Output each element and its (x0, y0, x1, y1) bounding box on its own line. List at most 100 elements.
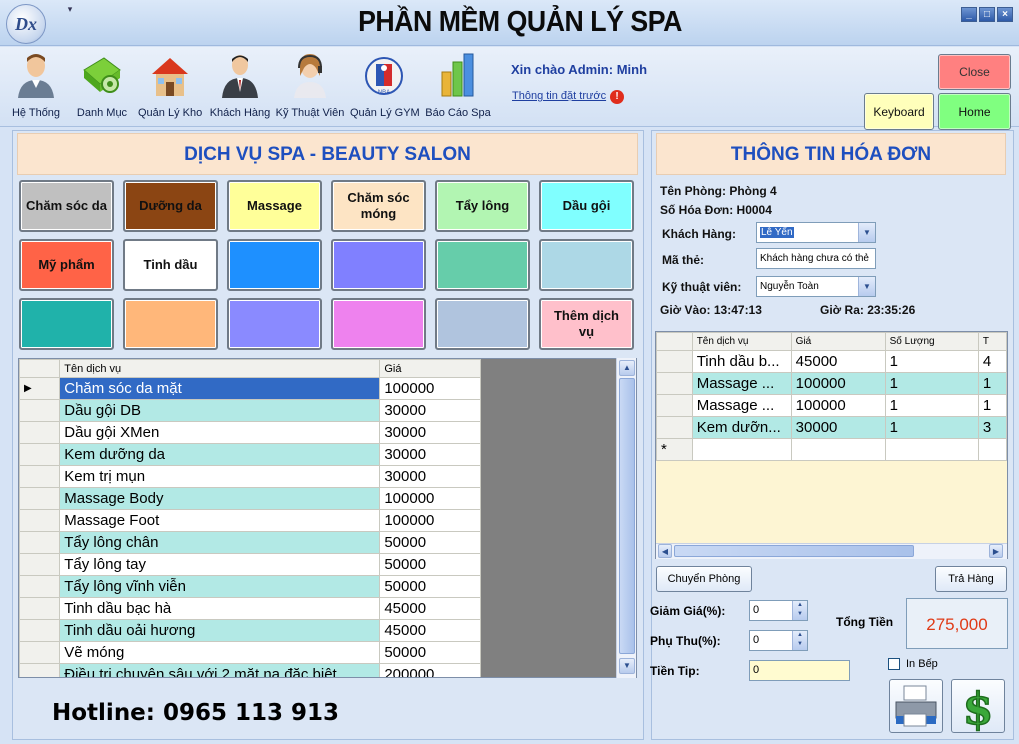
invoice-cell[interactable]: 100000 (790, 394, 886, 417)
service-button-14[interactable] (123, 298, 218, 350)
price-cell[interactable]: 50000 (379, 553, 481, 576)
service-name-cell[interactable]: Massage Body (59, 487, 381, 510)
row-header[interactable] (19, 443, 61, 466)
stepper-arrows-icon[interactable]: ▲ ▼ (792, 631, 807, 650)
service-button-2[interactable]: Dưỡng da (123, 180, 218, 232)
service-button-7[interactable]: Mỹ phẩm (19, 239, 114, 291)
ribbon-item-customer[interactable]: Khách Hàng (208, 52, 272, 124)
table-row[interactable]: Dầu gội XMen 30000 (19, 421, 481, 444)
service-name-cell[interactable]: Tinh dầu oải hương (59, 619, 381, 642)
invoice-cell[interactable] (977, 438, 1007, 461)
row-header[interactable] (19, 597, 61, 620)
price-cell[interactable]: 50000 (379, 531, 481, 554)
ribbon-item-warehouse[interactable]: Quản Lý Kho (138, 52, 202, 124)
table-row[interactable]: Tinh dầu bạc hà 45000 (19, 597, 481, 620)
price-cell[interactable]: 30000 (379, 421, 481, 444)
return-goods-button[interactable]: Trả Hàng (935, 566, 1007, 592)
invoice-cell[interactable]: Massage ... (691, 372, 792, 395)
service-button-1[interactable]: Chăm sóc da (19, 180, 114, 232)
invoice-cell[interactable] (884, 438, 979, 461)
print-kitchen-checkbox[interactable] (888, 658, 900, 670)
keyboard-button[interactable]: Keyboard (864, 93, 934, 130)
price-cell[interactable]: 45000 (379, 619, 481, 642)
ribbon-item-system[interactable]: Hệ Thống (8, 52, 64, 124)
surcharge-stepper[interactable]: 0 ▲ ▼ (749, 630, 808, 651)
row-header[interactable] (656, 416, 693, 439)
invoice-cell[interactable]: 1 (977, 394, 1007, 417)
row-header[interactable] (19, 399, 61, 422)
price-cell[interactable]: 200000 (379, 663, 481, 677)
price-cell[interactable]: 30000 (379, 465, 481, 488)
table-row[interactable]: Điều trị chuyên sâu với 2 mặt nạ đặc biệ… (19, 663, 481, 677)
row-header[interactable] (19, 575, 61, 598)
row-header[interactable] (19, 619, 61, 642)
services-table-scrollbar[interactable]: ▲ ▼ (616, 358, 636, 678)
price-cell[interactable]: 50000 (379, 641, 481, 664)
price-cell[interactable]: 45000 (379, 597, 481, 620)
service-button-15[interactable] (227, 298, 322, 350)
service-button-13[interactable] (19, 298, 114, 350)
price-cell[interactable]: 100000 (379, 487, 481, 510)
technician-combobox[interactable]: Nguyễn Toàn ▼ (756, 276, 876, 297)
row-header[interactable] (19, 509, 61, 532)
invoice-table-hscrollbar[interactable]: ◀ ▶ (656, 543, 1007, 559)
column-header-total[interactable]: T (977, 332, 1007, 351)
transfer-room-button[interactable]: Chuyển Phòng (656, 566, 752, 592)
row-header[interactable] (19, 487, 61, 510)
tip-input[interactable]: 0 (749, 660, 850, 681)
invoice-cell[interactable]: 4 (977, 350, 1007, 373)
invoice-cell[interactable]: Massage ... (691, 394, 792, 417)
column-header-price[interactable]: Giá (790, 332, 886, 351)
invoice-cell[interactable]: 1 (977, 372, 1007, 395)
service-button-16[interactable] (331, 298, 426, 350)
table-row[interactable]: Tẩy lông chân 50000 (19, 531, 481, 554)
invoice-cell[interactable]: 3 (977, 416, 1007, 439)
home-button[interactable]: Home (938, 93, 1011, 130)
payment-button[interactable]: $ (951, 679, 1005, 736)
scroll-thumb[interactable] (674, 545, 914, 557)
row-header[interactable] (19, 553, 61, 576)
maximize-button[interactable]: □ (979, 7, 995, 22)
service-button-17[interactable] (435, 298, 530, 350)
ribbon-item-technician[interactable]: Kỹ Thuật Viên (274, 52, 346, 124)
service-name-cell[interactable]: Điều trị chuyên sâu với 2 mặt nạ đặc biệ… (59, 663, 381, 677)
service-name-cell[interactable]: Dầu gội XMen (59, 421, 381, 444)
service-name-cell[interactable]: Massage Foot (59, 509, 381, 532)
minimize-button[interactable]: _ (961, 7, 977, 22)
new-row[interactable]: * (656, 438, 1007, 461)
table-row[interactable]: Tẩy lông tay 50000 (19, 553, 481, 576)
row-header[interactable]: ▶ (19, 377, 61, 400)
ribbon-item-report[interactable]: Báo Cáo Spa (424, 52, 492, 124)
invoice-cell[interactable]: 45000 (790, 350, 886, 373)
scroll-left-button[interactable]: ◀ (658, 544, 672, 558)
service-button-10[interactable] (331, 239, 426, 291)
quick-access-dropdown-icon[interactable]: ▾ (62, 4, 78, 18)
service-button-11[interactable] (435, 239, 530, 291)
services-table[interactable]: Tên dịch vụ Giá ▶ Chăm sóc da mặt 100000 Dầ… (18, 358, 637, 678)
invoice-cell[interactable]: 1 (884, 372, 979, 395)
invoice-cell[interactable]: 1 (884, 350, 979, 373)
price-cell[interactable]: 50000 (379, 575, 481, 598)
service-name-cell[interactable]: Kem trị mụn (59, 465, 381, 488)
service-button-18[interactable]: Thêm dịch vụ (539, 298, 634, 350)
invoice-cell[interactable] (790, 438, 886, 461)
scroll-right-button[interactable]: ▶ (989, 544, 1003, 558)
service-name-cell[interactable]: Tẩy lông chân (59, 531, 381, 554)
service-button-9[interactable] (227, 239, 322, 291)
table-row[interactable]: Tinh dầu oải hương 45000 (19, 619, 481, 642)
price-cell[interactable]: 30000 (379, 443, 481, 466)
service-name-cell[interactable]: Tinh dầu bạc hà (59, 597, 381, 620)
new-row-marker[interactable]: * (656, 438, 693, 461)
table-row[interactable]: Massage ... 100000 1 1 (656, 394, 1007, 417)
service-name-cell[interactable]: Vẽ móng (59, 641, 381, 664)
service-name-cell[interactable]: Tẩy lông vĩnh viễn (59, 575, 381, 598)
table-row[interactable]: Massage Body 100000 (19, 487, 481, 510)
row-header[interactable] (656, 394, 693, 417)
table-row[interactable]: Massage ... 100000 1 1 (656, 372, 1007, 395)
invoice-cell[interactable]: 1 (884, 416, 979, 439)
invoice-cell[interactable]: 100000 (790, 372, 886, 395)
service-button-4[interactable]: Chăm sóc móng (331, 180, 426, 232)
app-logo[interactable]: Dx (6, 4, 46, 44)
service-button-6[interactable]: Dầu gội (539, 180, 634, 232)
booking-info-link[interactable]: Thông tin đặt trước (512, 90, 606, 102)
